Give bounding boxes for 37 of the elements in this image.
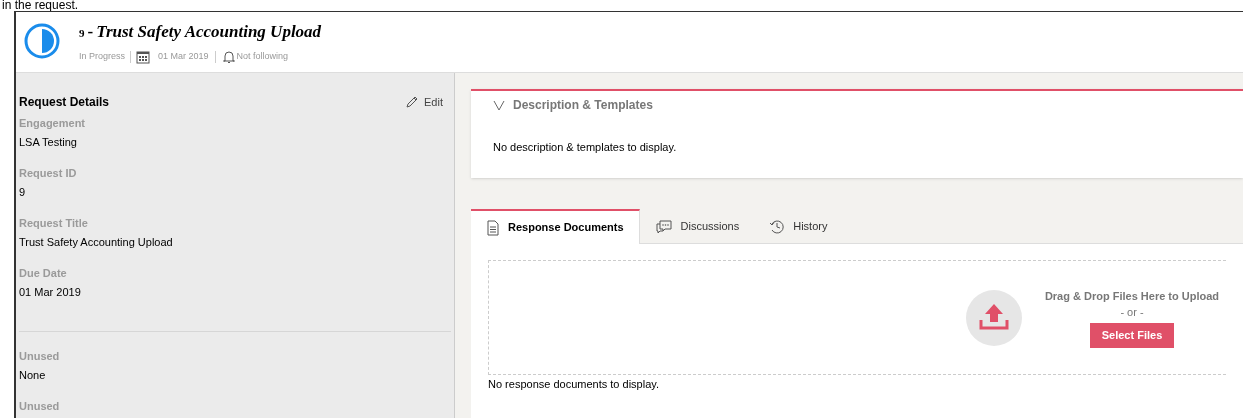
bell-icon [221,49,236,64]
status-progress-icon [22,21,62,61]
field-value: None [19,368,47,382]
panel-title: Request Details [19,94,110,111]
request-title: Trust Safety Accounting Upload [96,21,322,43]
title-separator: - [87,21,94,43]
empty-message: No description & templates to display. [493,140,678,155]
tab[interactable]: Discussions [639,210,755,243]
calendar-icon [136,49,151,64]
drop-prompt: Drag & Drop Files Here to Upload [1044,288,1220,304]
or-text: - or - [1120,305,1144,320]
field-label: Request ID [19,166,78,180]
document-icon [486,219,500,236]
section-header[interactable]: Description & Templates [493,96,653,114]
field-label: Unused [19,399,61,413]
field-label: Due Date [19,266,68,280]
drop-zone[interactable]: Drag & Drop Files Here to Upload - or - Select Files [488,260,1226,375]
request-number: 9 [79,26,85,41]
pencil-icon [405,95,420,109]
select-files-button[interactable]: Select Files [1089,322,1175,348]
field-label: Engagement [19,116,86,130]
empty-message: No response documents to display. [488,377,660,392]
chat-icon [654,218,673,235]
upload-icon [966,289,1022,346]
due-date-text: 01 Mar 2019 [158,49,209,63]
caption-text: in the request. [2,0,79,11]
field-value: LSA Testing [19,135,78,149]
tab[interactable]: History [754,210,843,243]
status-text: In Progress [79,49,126,63]
field-label: Unused [19,349,61,363]
field-label: Request Title [19,216,89,230]
field-value: 01 Mar 2019 [19,285,82,299]
tab[interactable]: Response Documents [471,209,640,244]
edit-button[interactable]: Edit [405,93,443,111]
field-value: 9 [19,185,27,199]
field-value: Trust Safety Accounting Upload [19,235,174,249]
history-icon [769,218,786,235]
